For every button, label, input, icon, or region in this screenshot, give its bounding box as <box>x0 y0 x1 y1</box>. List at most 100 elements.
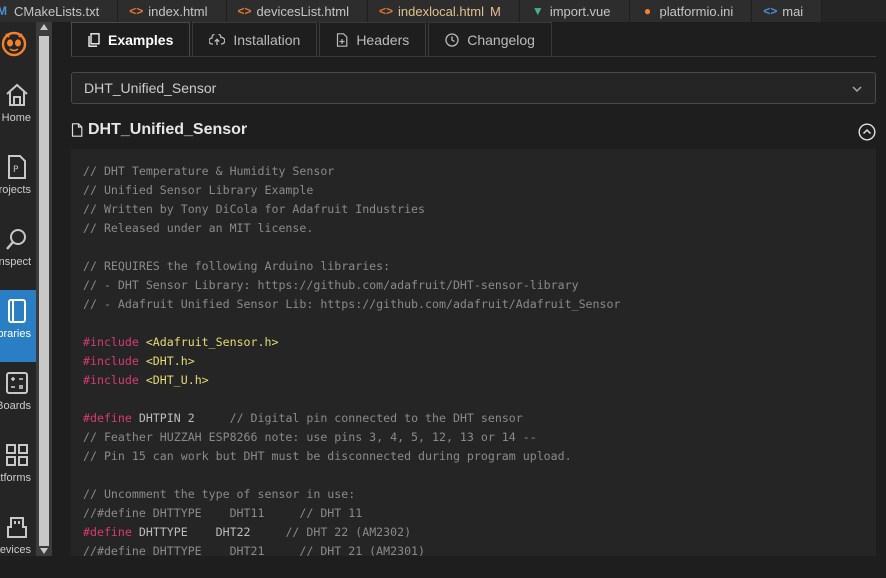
example-title: DHT_Unified_Sensor <box>71 120 247 140</box>
collapse-up-icon[interactable] <box>858 123 876 146</box>
installation-icon <box>209 33 226 46</box>
cmake-m-icon: M <box>0 4 7 18</box>
editor-tab-index-html[interactable]: <> index.html <box>118 0 227 22</box>
activity-item-platforms[interactable]: Platforms <box>0 434 36 506</box>
code-token: // Released under an MIT license. <box>83 221 314 235</box>
tab-headers[interactable]: Headers <box>319 22 427 56</box>
tab-examples[interactable]: Examples <box>71 22 191 56</box>
library-detail-panel: Examples Installation Headers Changelog DHT… <box>52 22 886 556</box>
activity-item-label: Libraries <box>0 328 31 340</box>
editor-tab-strip: M CMakeLists.txt <> index.html <> devicesList… <box>0 0 886 22</box>
tab-changelog[interactable]: Changelog <box>428 22 552 56</box>
code-line: // - DHT Sensor Library: https://github.… <box>83 276 876 295</box>
platformio-icon: ● <box>643 4 652 18</box>
html-icon: <> <box>129 4 144 18</box>
tab-label: Changelog <box>467 31 535 48</box>
activity-scrollbar[interactable] <box>36 22 52 556</box>
tab-installation[interactable]: Installation <box>192 22 318 56</box>
code-token: <DHT_U.h> <box>145 373 209 387</box>
code-line: // DHT Temperature & Humidity Sensor <box>83 162 876 181</box>
code-token: // - Adafruit Unified Sensor Lib: https:… <box>83 297 621 311</box>
example-select[interactable]: DHT_Unified_Sensor <box>71 72 876 104</box>
editor-tab-label: import.vue <box>549 3 611 19</box>
changelog-icon <box>445 32 459 47</box>
panel-tabs: Examples Installation Headers Changelog <box>71 22 876 57</box>
activity-item-label: Boards <box>0 400 31 412</box>
code-token: //#define DHTTYPE DHT11 // DHT 11 <box>83 506 363 520</box>
vue-icon: ▼ <box>531 4 544 18</box>
code-token: <Adafruit_Sensor.h> <box>145 335 279 349</box>
activity-bar: Home P Projects Inspect Libraries Boards Platf… <box>0 22 36 556</box>
activity-item-label: Devices <box>0 544 31 556</box>
modified-flag: M <box>489 3 501 19</box>
code-line: #include <DHT_U.h> <box>83 371 876 390</box>
html-icon: <> <box>763 4 778 18</box>
code-line: // - Adafruit Unified Sensor Lib: https:… <box>83 295 876 314</box>
editor-tab-platformio-ini[interactable]: ● platformio.ini <box>629 0 753 22</box>
code-line: // REQUIRES the following Arduino librar… <box>83 257 876 276</box>
editor-tab-cmakelists-txt[interactable]: M CMakeLists.txt <box>0 0 119 22</box>
code-token: // - DHT Sensor Library: https://github.… <box>83 278 579 292</box>
code-token: // DHT 22 (AM2302) <box>285 525 412 539</box>
editor-tab-label: mai <box>782 3 804 19</box>
svg-text:P: P <box>13 165 19 175</box>
file-icon <box>71 123 83 137</box>
code-token: // Unified Sensor Library Example <box>83 183 314 197</box>
code-line: #include <DHT.h> <box>83 352 876 371</box>
code-line: // Feather HUZZAH ESP8266 note: use pins… <box>83 428 876 447</box>
editor-tab-indexlocal-html[interactable]: <> indexlocal.html M <box>367 0 520 22</box>
code-line: #include <Adafruit_Sensor.h> <box>83 333 876 352</box>
editor-tab-label: indexlocal.html <box>397 3 484 19</box>
tab-label: Headers <box>356 31 410 48</box>
html-icon: <> <box>237 4 252 18</box>
editor-tab-deviceslist-html[interactable]: <> devicesList.html <box>226 0 368 22</box>
scrollbar-thumb[interactable] <box>39 36 49 546</box>
code-token: // Digital pin connected to the DHT sens… <box>229 411 523 425</box>
editor-tab-label: devicesList.html <box>256 3 349 19</box>
headers-icon <box>336 32 348 47</box>
activity-item-home[interactable]: Home <box>0 74 36 146</box>
code-line: // Unified Sensor Library Example <box>83 181 876 200</box>
code-line: // Released under an MIT license. <box>83 219 876 238</box>
html-icon: <> <box>378 4 393 18</box>
editor-tab-mai[interactable]: <> mai <box>752 0 823 22</box>
code-viewer[interactable]: // DHT Temperature & Humidity Sensor // U… <box>71 149 876 556</box>
activity-item-label: Inspect <box>0 256 31 268</box>
activity-item-devices[interactable]: Devices <box>0 506 36 578</box>
code-token: #include <box>83 373 146 387</box>
code-line: // Written by Tony DiCola for Adafruit I… <box>83 200 876 219</box>
chevron-down-icon <box>851 82 863 98</box>
code-token: <DHT.h> <box>145 354 195 368</box>
example-select-value: DHT_Unified_Sensor <box>84 80 217 96</box>
code-line: //#define DHTTYPE DHT11 // DHT 11 <box>83 504 876 523</box>
code-token: #include <box>83 354 146 368</box>
code-line: // Pin 15 can work but DHT must be disco… <box>83 447 876 466</box>
activity-item-label: Platforms <box>0 472 31 484</box>
activity-item-label: Home <box>1 112 31 124</box>
code-token: DHTPIN 2 <box>131 411 230 425</box>
activity-item-projects[interactable]: P Projects <box>0 146 36 218</box>
activity-item-boards[interactable]: Boards <box>0 362 36 434</box>
editor-tab-import-vue[interactable]: ▼ import.vue <box>519 0 630 22</box>
code-token: // REQUIRES the following Arduino librar… <box>83 259 391 273</box>
scroll-down-arrow-icon[interactable] <box>40 548 48 554</box>
editor-tab-label: index.html <box>148 3 208 19</box>
code-block: // DHT Temperature & Humidity Sensor // U… <box>71 149 876 556</box>
code-token: // Written by Tony DiCola for Adafruit I… <box>83 202 426 216</box>
code-line: #define DHTPIN 2 // Digital pin connecte… <box>83 409 876 428</box>
code-token: // Pin 15 can work but DHT must be disco… <box>83 449 572 463</box>
activity-item-libraries[interactable]: Libraries <box>0 290 36 362</box>
example-title-text: DHT_Unified_Sensor <box>88 121 248 138</box>
tab-label: Installation <box>233 31 301 48</box>
examples-icon <box>88 32 100 47</box>
code-token: //#define DHTTYPE DHT21 // DHT 21 (AM230… <box>83 544 426 556</box>
platformio-alien-logo[interactable] <box>0 30 28 60</box>
scroll-up-arrow-icon[interactable] <box>40 24 48 30</box>
code-token: // DHT Temperature & Humidity Sensor <box>83 164 335 178</box>
code-token: // Uncomment the type of sensor in use: <box>83 487 356 501</box>
code-token: // Feather HUZZAH ESP8266 note: use pins… <box>83 430 537 444</box>
activity-item-inspect[interactable]: Inspect <box>0 218 36 290</box>
